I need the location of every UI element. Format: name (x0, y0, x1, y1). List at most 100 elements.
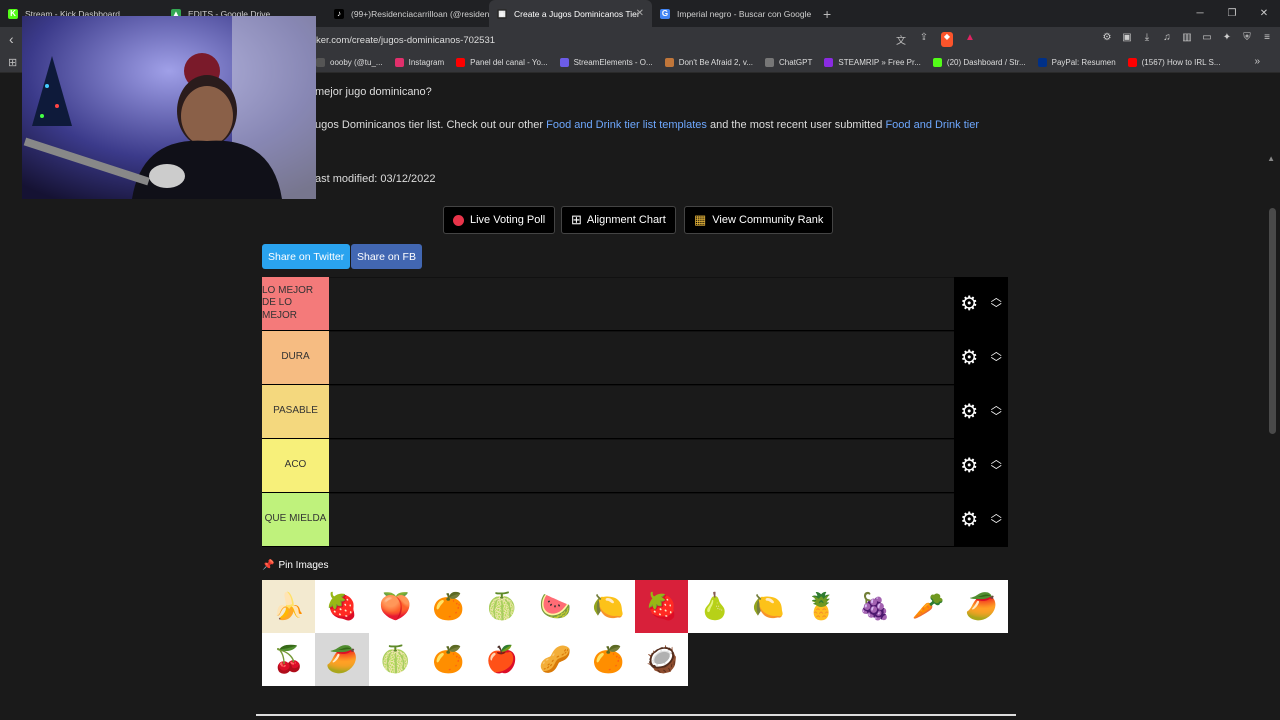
food-drink-user-link[interactable]: Food and Drink tier (885, 119, 979, 131)
bookmark-item[interactable]: (20) Dashboard / Str... (932, 57, 1026, 67)
browser-tab[interactable]: ▦ Create a Jugos Dominicanos Tier ✕ (489, 0, 652, 27)
description-text-mid: and the most recent user submitted (706, 119, 886, 131)
food-drink-templates-link[interactable]: Food and Drink tier list templates (546, 119, 707, 131)
tier-move-arrows: ︿ ﹀ (991, 346, 1002, 368)
bookmark-item[interactable]: (1567) How to IRL S... (1127, 57, 1221, 67)
tier-drop-zone[interactable] (329, 493, 954, 546)
bookmark-favicon-icon (394, 57, 404, 67)
vpn-icon[interactable]: ⛨ (1242, 32, 1252, 43)
fruit-image-cantaloupe[interactable]: 🍈 (368, 633, 422, 686)
fruit-image-banana[interactable]: 🍌 (262, 580, 316, 633)
alignment-chart-button[interactable]: ⊞ Alignment Chart (561, 206, 676, 234)
tier-label[interactable]: QUE MIELDA (262, 493, 329, 546)
share-fb-button[interactable]: Share on FB (351, 244, 422, 269)
browser-tab[interactable]: ♪ (99+)Residenciacarrilloan (@residenc (326, 0, 489, 27)
bookmark-item[interactable]: STEAMRIP » Free Pr... (824, 57, 921, 67)
tier-label[interactable]: LO MEJOR DE LO MEJOR (262, 277, 329, 330)
gear-icon[interactable]: ⚙ (960, 345, 978, 370)
maximize-icon[interactable]: ❐ (1216, 8, 1248, 19)
bookmark-item[interactable]: Instagram (394, 57, 444, 67)
chevron-up-icon[interactable]: ︿ (991, 454, 1002, 465)
fruit-image-guava[interactable]: 🍐 (688, 580, 742, 633)
chevron-down-icon[interactable]: ﹀ (991, 357, 1002, 368)
close-window-icon[interactable]: ✕ (1248, 8, 1280, 19)
share-twitter-button[interactable]: Share on Twitter (262, 244, 351, 269)
bookmark-item[interactable]: PayPal: Resumen (1037, 57, 1116, 67)
chevron-down-icon[interactable]: ﹀ (991, 519, 1002, 530)
fruit-image-cherry[interactable]: 🍒 (262, 633, 316, 686)
gear-icon[interactable]: ⚙ (960, 453, 978, 478)
pin-images[interactable]: 📌 Pin Images (262, 560, 328, 571)
scrollbar[interactable] (1269, 208, 1276, 434)
fruit-image-grapefruit[interactable]: 🍊 (581, 633, 636, 686)
fruit-image-passion-fruit[interactable]: 🍋 (741, 580, 795, 633)
bookmarks-overflow-icon[interactable]: » (1254, 56, 1260, 67)
brave-rewards-icon[interactable]: ▲ (964, 32, 976, 47)
translate-icon[interactable]: 文 (895, 32, 907, 47)
chevron-up-icon[interactable]: ︿ (991, 400, 1002, 411)
tier-row: DURA ⚙ ︿ ﹀ (262, 331, 1008, 385)
extensions-icon[interactable]: ⚙ (1102, 32, 1112, 43)
close-tab-icon[interactable]: ✕ (636, 8, 644, 19)
scroll-up-icon[interactable]: ▲ (1267, 154, 1275, 163)
fruit-image-watermelon[interactable]: 🍉 (528, 580, 582, 633)
horizontal-scrollbar[interactable] (256, 714, 1016, 716)
browser-tab[interactable]: G Imperial negro - Buscar con Google (652, 0, 815, 27)
fruit-image-soursop[interactable]: 🍈 (475, 580, 529, 633)
bookmark-item[interactable]: Don't Be Afraid 2, v... (664, 57, 754, 67)
wallet-icon[interactable]: ▭ (1202, 32, 1212, 43)
bookmark-item[interactable]: Panel del canal - Yo... (456, 57, 548, 67)
gear-icon[interactable]: ⚙ (960, 291, 978, 316)
new-tab-icon[interactable]: + (823, 6, 831, 22)
tier-drop-zone[interactable] (329, 277, 954, 330)
chevron-up-icon[interactable]: ︿ (991, 508, 1002, 519)
fruit-image-raspberry[interactable]: 🍓 (635, 580, 689, 633)
fruit-image-orange[interactable]: 🍊 (421, 580, 476, 633)
bookmark-item[interactable]: StreamElements - O... (559, 57, 653, 67)
minimize-icon[interactable]: ─ (1184, 8, 1216, 19)
gear-icon[interactable]: ⚙ (960, 507, 978, 532)
fruit-image-lime[interactable]: 🍋 (581, 580, 636, 633)
chevron-up-icon[interactable]: ︿ (991, 292, 1002, 303)
tier-label[interactable]: DURA (262, 331, 329, 384)
fruit-image-pineapple[interactable]: 🍍 (794, 580, 849, 633)
fruit-image-peach[interactable]: 🍑 (368, 580, 422, 633)
fruit-image-tamarind[interactable]: 🥜 (528, 633, 582, 686)
chevron-up-icon[interactable]: ︿ (991, 346, 1002, 357)
brave-shield-icon[interactable]: ◆ (941, 32, 953, 47)
chevron-down-icon[interactable]: ﹀ (991, 411, 1002, 422)
leo-icon[interactable]: ✦ (1222, 32, 1232, 43)
menu-icon[interactable]: ≡ (1262, 32, 1272, 43)
view-community-rank-button[interactable]: ▦ View Community Rank (684, 206, 834, 234)
download-icon[interactable]: ⤓ (1142, 32, 1152, 43)
bookmark-item[interactable]: ChatGPT (765, 57, 812, 67)
tier-drop-zone[interactable] (329, 385, 954, 438)
apps-icon[interactable]: ⊞ (8, 56, 17, 69)
fruit-image-strawberry[interactable]: 🍓 (315, 580, 369, 633)
bookmark-item[interactable]: oooby (@tu_... (316, 57, 383, 67)
sidebar-icon[interactable]: ▥ (1182, 32, 1192, 43)
fruit-image-papaya[interactable]: 🥭 (954, 580, 1009, 633)
media-icon[interactable]: ♫ (1162, 32, 1172, 43)
bookmark-label: Don't Be Afraid 2, v... (678, 57, 754, 67)
tier-label[interactable]: PASABLE (262, 385, 329, 438)
fruit-image-carrot[interactable]: 🥕 (901, 580, 955, 633)
fruit-image-grapes[interactable]: 🍇 (848, 580, 902, 633)
tier-drop-zone[interactable] (329, 331, 954, 384)
share-icon[interactable]: ⇪ (918, 32, 930, 47)
chevron-down-icon[interactable]: ﹀ (991, 303, 1002, 314)
fruit-image-mamey[interactable]: 🥥 (635, 633, 689, 686)
back-icon[interactable]: ‹ (9, 31, 14, 47)
fruit-image-apple[interactable]: 🍎 (475, 633, 529, 686)
screenshot-icon[interactable]: ▣ (1122, 32, 1132, 43)
tier-label[interactable]: ACO (262, 439, 329, 492)
fruit-image-orange-slices[interactable]: 🍊 (421, 633, 476, 686)
tier-drop-zone[interactable] (329, 439, 954, 492)
gear-icon[interactable]: ⚙ (960, 399, 978, 424)
chevron-down-icon[interactable]: ﹀ (991, 465, 1002, 476)
tier-row: PASABLE ⚙ ︿ ﹀ (262, 385, 1008, 439)
url-field[interactable]: ker.com/create/jugos-dominicanos-702531 (316, 35, 495, 46)
fruit-image-mango[interactable]: 🥭 (315, 633, 369, 686)
live-voting-poll-button[interactable]: Live Voting Poll (443, 206, 556, 234)
image-pool: 🍌 🍓 🍑 🍊 🍈 🍉 🍋 🍓 🍐 🍋 🍍 🍇 🥕 🥭 🍒 🥭 🍈 🍊 🍎 🥜 🍊 🥥 (262, 580, 1009, 686)
